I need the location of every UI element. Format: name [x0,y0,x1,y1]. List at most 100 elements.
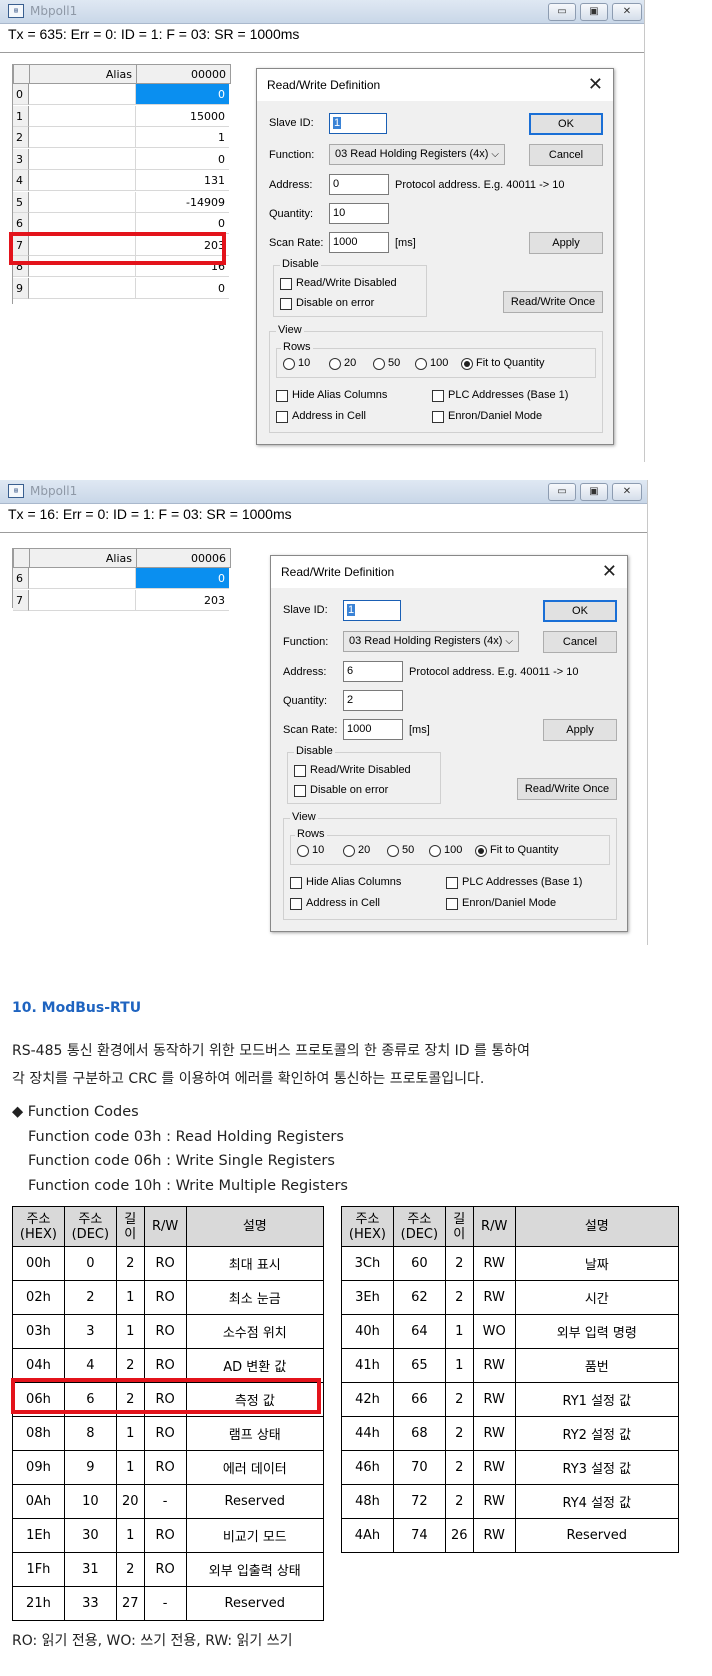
scan-rate-input[interactable]: 1000 [329,232,389,253]
fit-to-quantity-radio[interactable] [461,358,473,370]
address-input[interactable]: 6 [343,661,403,682]
alias-column-header[interactable]: Alias [29,64,137,84]
value-cell[interactable]: 0 [136,213,229,234]
value-cell[interactable]: 0 [136,149,229,170]
hide-alias-label: Hide Alias Columns [306,876,402,888]
alias-cell[interactable] [29,568,136,589]
address-in-cell-checkbox[interactable] [290,898,302,910]
grid-row[interactable]: 1 15000 [13,105,231,127]
alias-cell[interactable] [29,191,136,213]
apply-button[interactable]: Apply [543,719,617,741]
enron-daniel-checkbox[interactable] [446,898,458,910]
rows-100-radio[interactable] [415,358,427,370]
alias-cell[interactable] [29,105,136,127]
table-cell: 8 [63,1416,117,1451]
apply-button[interactable]: Apply [529,232,603,254]
rows-20-radio[interactable] [343,845,355,857]
value-cell[interactable]: 1 [136,127,229,148]
fit-to-quantity-radio[interactable] [475,845,487,857]
rows-50-radio[interactable] [373,358,385,370]
read-write-once-button[interactable]: Read/Write Once [503,291,603,313]
ok-button[interactable]: OK [529,113,603,135]
rows-20-radio[interactable] [329,358,341,370]
table-cell: 2 [444,1382,474,1417]
hide-alias-checkbox[interactable] [290,877,302,889]
rows-50-radio[interactable] [387,845,399,857]
slave-id-input[interactable]: 1 [343,600,401,621]
address-column-header[interactable]: 00000 [136,64,231,84]
table-cell: Reserved [185,1484,325,1519]
slave-id-input[interactable]: 1 [329,113,387,134]
maximize-icon[interactable]: ▣ [580,483,608,501]
plc-addresses-checkbox[interactable] [432,390,444,402]
disable-on-error-checkbox[interactable] [294,785,306,797]
grid-row[interactable]: 60 [13,213,231,234]
rows-100-radio[interactable] [429,845,441,857]
window-title: Mbpoll1 [30,484,78,498]
enron-daniel-checkbox[interactable] [432,411,444,423]
value-cell[interactable]: 0 [136,568,229,589]
value-cell[interactable]: 0 [136,278,229,299]
function-codes-title: ◆ Function Codes [12,1104,139,1120]
grid-row[interactable]: 60 [13,568,231,589]
cancel-button[interactable]: Cancel [543,631,617,653]
grid-row[interactable]: 5 -14909 [13,191,231,213]
scan-rate-input[interactable]: 1000 [343,719,403,740]
alias-cell[interactable] [29,277,136,299]
table-cell: 외부 입력 명령 [514,1314,680,1349]
minimize-icon[interactable]: ▭ [548,483,576,501]
read-write-disabled-checkbox[interactable] [294,765,306,777]
alias-cell[interactable] [29,589,136,611]
table-cell: 1 [115,1280,145,1315]
close-icon[interactable]: ✕ [612,3,642,21]
register-grid: Alias 00006 6 0 7 203 [12,548,231,611]
table-cell: 66 [392,1382,446,1417]
divider [0,52,644,53]
grid-row[interactable]: 30 [13,148,231,170]
read-write-disabled-checkbox[interactable] [280,278,292,290]
function-select[interactable]: 03 Read Holding Registers (4x) ⌵ [329,144,505,165]
quantity-input[interactable]: 2 [343,690,403,711]
minimize-icon[interactable]: ▭ [548,3,576,21]
table-cell: 2 [444,1450,474,1485]
rows-10-radio[interactable] [297,845,309,857]
alias-cell[interactable] [29,148,136,170]
grid-row[interactable]: 90 [13,277,231,299]
value-cell[interactable]: 131 [136,170,229,191]
table-cell: 70 [392,1450,446,1485]
grid-row[interactable]: 21 [13,127,231,148]
grid-row[interactable]: 7 203 [13,589,231,611]
hide-alias-checkbox[interactable] [276,390,288,402]
alias-cell[interactable] [29,170,136,191]
function-select[interactable]: 03 Read Holding Registers (4x) ⌵ [343,631,519,652]
value-cell[interactable]: 203 [136,590,229,611]
grid-row[interactable]: 00 [13,84,231,105]
address-column-header[interactable]: 00006 [136,548,231,568]
table-cell: RW [472,1246,516,1281]
value-cell[interactable]: 15000 [136,106,229,127]
quantity-input[interactable]: 10 [329,203,389,224]
cancel-button[interactable]: Cancel [529,144,603,166]
value-cell[interactable]: -14909 [136,192,229,213]
rows-10-radio[interactable] [283,358,295,370]
alias-column-header[interactable]: Alias [29,548,137,568]
table-cell: RW [472,1484,516,1519]
table-cell: RY4 설정 값 [514,1484,680,1519]
ok-button[interactable]: OK [543,600,617,622]
read-write-once-button[interactable]: Read/Write Once [517,778,617,800]
close-icon[interactable]: ✕ [612,483,642,501]
address-input[interactable]: 0 [329,174,389,195]
alias-cell[interactable] [29,213,136,234]
maximize-icon[interactable]: ▣ [580,3,608,21]
disable-on-error-checkbox[interactable] [280,298,292,310]
grid-row[interactable]: 4 131 [13,170,231,191]
table-cell: 2 [115,1246,145,1281]
table-cell: 0 [63,1246,117,1281]
alias-cell[interactable] [29,84,136,105]
address-in-cell-checkbox[interactable] [276,411,288,423]
alias-cell[interactable] [29,127,136,148]
close-icon[interactable]: ✕ [602,560,617,582]
value-cell[interactable]: 0 [136,84,229,105]
close-icon[interactable]: ✕ [588,73,603,95]
plc-addresses-checkbox[interactable] [446,877,458,889]
